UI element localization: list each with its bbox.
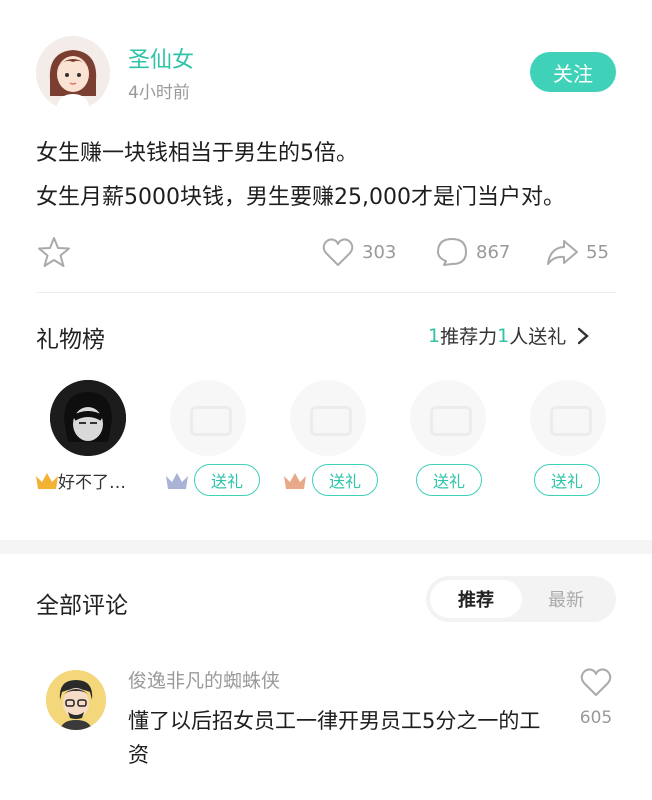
divider: [36, 292, 616, 293]
heart-icon: [320, 234, 356, 270]
author-avatar[interactable]: [36, 36, 110, 110]
sort-recommended-tab[interactable]: 推荐: [430, 580, 522, 618]
chevron-right-icon: [576, 326, 590, 346]
recommend-label: 推荐力: [440, 322, 497, 349]
heart-icon: [578, 664, 614, 700]
post-header: 圣仙女 4小时前 关注: [0, 0, 652, 110]
gift-ranking-title: 礼物榜: [36, 320, 105, 354]
send-gift-button[interactable]: 送礼: [416, 464, 482, 496]
comments-title: 全部评论: [36, 586, 128, 620]
gift-slot[interactable]: 好不了…: [28, 380, 148, 510]
sort-latest-tab[interactable]: 最新: [520, 580, 612, 618]
gifter-avatar[interactable]: [50, 380, 126, 456]
gift-summary-link[interactable]: 1 推荐力 1 人送礼: [428, 322, 590, 349]
like-button[interactable]: 303: [320, 234, 396, 270]
gift-slot[interactable]: 送礼: [148, 380, 268, 510]
like-count: 303: [362, 242, 396, 263]
post-line: 女生赚一块钱相当于男生的5倍。: [36, 132, 626, 176]
comment-like-button[interactable]: 605: [576, 664, 616, 728]
gifter-name[interactable]: 好不了…: [58, 468, 126, 493]
share-button[interactable]: 55: [544, 234, 609, 270]
post-line: 女生月薪5000块钱，男生要赚25,000才是门当户对。: [36, 176, 626, 220]
comment-bubble-icon: [434, 234, 470, 270]
comment-like-count: 605: [576, 708, 616, 728]
follow-button[interactable]: 关注: [530, 52, 616, 92]
post-action-bar: 303 867 55: [0, 230, 652, 282]
gift-slot[interactable]: 送礼: [508, 380, 628, 510]
empty-gift-avatar: [410, 380, 486, 456]
gift-slot[interactable]: 送礼: [268, 380, 388, 510]
gifter-count: 1: [497, 325, 509, 347]
crown-icon: [34, 470, 60, 492]
comment-sort-toggle: 推荐 最新: [426, 576, 616, 622]
share-count: 55: [586, 242, 609, 263]
recommend-count: 1: [428, 325, 440, 347]
send-gift-button[interactable]: 送礼: [312, 464, 378, 496]
empty-gift-avatar: [290, 380, 366, 456]
post-content: 女生赚一块钱相当于男生的5倍。 女生月薪5000块钱，男生要赚25,000才是门…: [36, 132, 626, 220]
commenter-name[interactable]: 俊逸非凡的蜘蛛侠: [128, 666, 280, 693]
crown-icon: [282, 470, 308, 492]
send-gift-button[interactable]: 送礼: [534, 464, 600, 496]
comment-button[interactable]: 867: [434, 234, 510, 270]
comment-count: 867: [476, 242, 510, 263]
section-separator: [0, 540, 652, 554]
star-icon[interactable]: [36, 234, 72, 270]
commenter-avatar[interactable]: [46, 670, 106, 730]
gifter-label: 人送礼: [509, 322, 566, 349]
comment-text: 懂了以后招女员工一律开男员工5分之一的工资: [128, 704, 548, 772]
share-arrow-icon: [544, 234, 580, 270]
crown-icon: [164, 470, 190, 492]
gift-slot[interactable]: 送礼: [388, 380, 508, 510]
empty-gift-avatar: [170, 380, 246, 456]
empty-gift-avatar: [530, 380, 606, 456]
send-gift-button[interactable]: 送礼: [194, 464, 260, 496]
comment-item: 俊逸非凡的蜘蛛侠 懂了以后招女员工一律开男员工5分之一的工资 605: [0, 660, 652, 790]
post-time: 4小时前: [128, 78, 190, 103]
author-name[interactable]: 圣仙女: [128, 42, 194, 74]
